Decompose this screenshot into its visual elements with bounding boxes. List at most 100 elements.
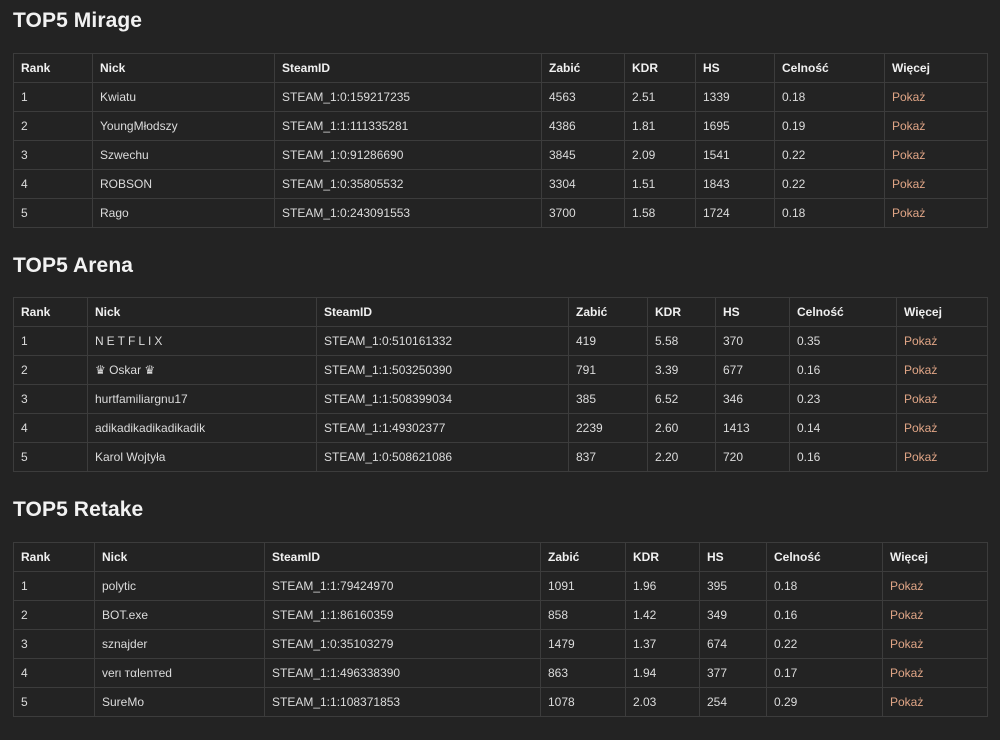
table-row: 4 adikadikadikadikadik STEAM_1:1:4930237…: [13, 413, 988, 443]
show-more-link[interactable]: Pokaż: [890, 608, 923, 622]
table-row: 5 Rago STEAM_1:0:243091553 3700 1.58 172…: [13, 198, 988, 228]
more-cell: Pokaż: [882, 658, 988, 688]
more-cell: Pokaż: [884, 198, 988, 228]
kills-cell: 4563: [541, 82, 625, 112]
accuracy-cell: 0.17: [766, 658, 883, 688]
kills-cell: 4386: [541, 111, 625, 141]
show-more-link[interactable]: Pokaż: [890, 666, 923, 680]
more-cell: Pokaż: [884, 169, 988, 199]
steamid-cell: STEAM_1:1:508399034: [316, 384, 569, 414]
show-more-link[interactable]: Pokaż: [890, 695, 923, 709]
column-header-kills: Zabić: [540, 542, 626, 572]
kdr-cell: 2.20: [647, 442, 716, 472]
show-more-link[interactable]: Pokaż: [892, 90, 925, 104]
hs-cell: 677: [715, 355, 790, 385]
rank-cell: 2: [13, 355, 88, 385]
nick-cell: adikadikadikadikadik: [87, 413, 317, 443]
kills-cell: 3845: [541, 140, 625, 170]
more-cell: Pokaż: [882, 629, 988, 659]
accuracy-cell: 0.23: [789, 384, 897, 414]
show-more-link[interactable]: Pokaż: [904, 421, 937, 435]
show-more-link[interactable]: Pokaż: [892, 206, 925, 220]
column-header-hs: HS: [715, 297, 790, 327]
more-cell: Pokaż: [896, 413, 988, 443]
rank-cell: 5: [13, 442, 88, 472]
kdr-cell: 1.96: [625, 571, 700, 601]
table-row: 1 polytic STEAM_1:1:79424970 1091 1.96 3…: [13, 571, 988, 601]
table-row: 1 NETFLIX STEAM_1:0:510161332 419 5.58 3…: [13, 326, 988, 356]
more-cell: Pokaż: [884, 111, 988, 141]
rank-cell: 3: [13, 140, 93, 170]
more-cell: Pokaż: [882, 600, 988, 630]
show-more-link[interactable]: Pokaż: [904, 334, 937, 348]
table-row: 3 hurtfamiliargnu17 STEAM_1:1:508399034 …: [13, 384, 988, 414]
kdr-cell: 3.39: [647, 355, 716, 385]
hs-cell: 349: [699, 600, 767, 630]
accuracy-cell: 0.16: [789, 442, 897, 472]
column-header-nick: Nick: [87, 297, 317, 327]
table-row: 4 verι тαlenтed STEAM_1:1:496338390 863 …: [13, 658, 988, 688]
more-cell: Pokaż: [896, 442, 988, 472]
nick-cell: Kwiatu: [92, 82, 275, 112]
rank-cell: 3: [13, 384, 88, 414]
show-more-link[interactable]: Pokaż: [890, 637, 923, 651]
rank-cell: 3: [13, 629, 95, 659]
show-more-link[interactable]: Pokaż: [904, 363, 937, 377]
accuracy-cell: 0.22: [774, 140, 885, 170]
top5-table-mirage: Rank Nick SteamID Zabić KDR HS Celność W…: [13, 53, 988, 228]
show-more-link[interactable]: Pokaż: [892, 148, 925, 162]
column-header-more: Więcej: [896, 297, 988, 327]
show-more-link[interactable]: Pokaż: [890, 579, 923, 593]
steamid-cell: STEAM_1:1:108371853: [264, 687, 541, 717]
more-cell: Pokaż: [896, 355, 988, 385]
kills-cell: 3700: [541, 198, 625, 228]
rank-cell: 4: [13, 658, 95, 688]
kills-cell: 837: [568, 442, 648, 472]
more-cell: Pokaż: [884, 82, 988, 112]
nick-cell: BOT.exe: [94, 600, 265, 630]
show-more-link[interactable]: Pokaż: [904, 450, 937, 464]
hs-cell: 720: [715, 442, 790, 472]
column-header-accuracy: Celność: [789, 297, 897, 327]
rank-cell: 2: [13, 111, 93, 141]
top5-table-arena: Rank Nick SteamID Zabić KDR HS Celność W…: [13, 297, 988, 472]
hs-cell: 1695: [695, 111, 775, 141]
column-header-steamid: SteamID: [274, 53, 542, 83]
hs-cell: 1413: [715, 413, 790, 443]
kills-cell: 1091: [540, 571, 626, 601]
nick-cell: Karol Wojtyła: [87, 442, 317, 472]
kdr-cell: 2.03: [625, 687, 700, 717]
show-more-link[interactable]: Pokaż: [904, 392, 937, 406]
nick-cell: Rago: [92, 198, 275, 228]
table-row: 5 SureMo STEAM_1:1:108371853 1078 2.03 2…: [13, 687, 988, 717]
column-header-steamid: SteamID: [316, 297, 569, 327]
steamid-cell: STEAM_1:1:503250390: [316, 355, 569, 385]
show-more-link[interactable]: Pokaż: [892, 119, 925, 133]
steamid-cell: STEAM_1:0:159217235: [274, 82, 542, 112]
accuracy-cell: 0.14: [789, 413, 897, 443]
column-header-accuracy: Celność: [766, 542, 883, 572]
table-header-row: Rank Nick SteamID Zabić KDR HS Celność W…: [13, 542, 988, 572]
table-header-row: Rank Nick SteamID Zabić KDR HS Celność W…: [13, 297, 988, 327]
more-cell: Pokaż: [884, 140, 988, 170]
accuracy-cell: 0.18: [766, 571, 883, 601]
kills-cell: 1078: [540, 687, 626, 717]
column-header-kills: Zabić: [568, 297, 648, 327]
rank-cell: 1: [13, 82, 93, 112]
steamid-cell: STEAM_1:1:496338390: [264, 658, 541, 688]
steamid-cell: STEAM_1:0:508621086: [316, 442, 569, 472]
steamid-cell: STEAM_1:0:91286690: [274, 140, 542, 170]
more-cell: Pokaż: [896, 384, 988, 414]
rank-cell: 2: [13, 600, 95, 630]
kills-cell: 858: [540, 600, 626, 630]
nick-cell: sznajder: [94, 629, 265, 659]
show-more-link[interactable]: Pokaż: [892, 177, 925, 191]
column-header-more: Więcej: [884, 53, 988, 83]
rank-cell: 4: [13, 169, 93, 199]
kills-cell: 419: [568, 326, 648, 356]
accuracy-cell: 0.16: [789, 355, 897, 385]
section-title-arena: TOP5 Arena: [13, 254, 134, 277]
accuracy-cell: 0.16: [766, 600, 883, 630]
hs-cell: 1339: [695, 82, 775, 112]
column-header-rank: Rank: [13, 297, 88, 327]
